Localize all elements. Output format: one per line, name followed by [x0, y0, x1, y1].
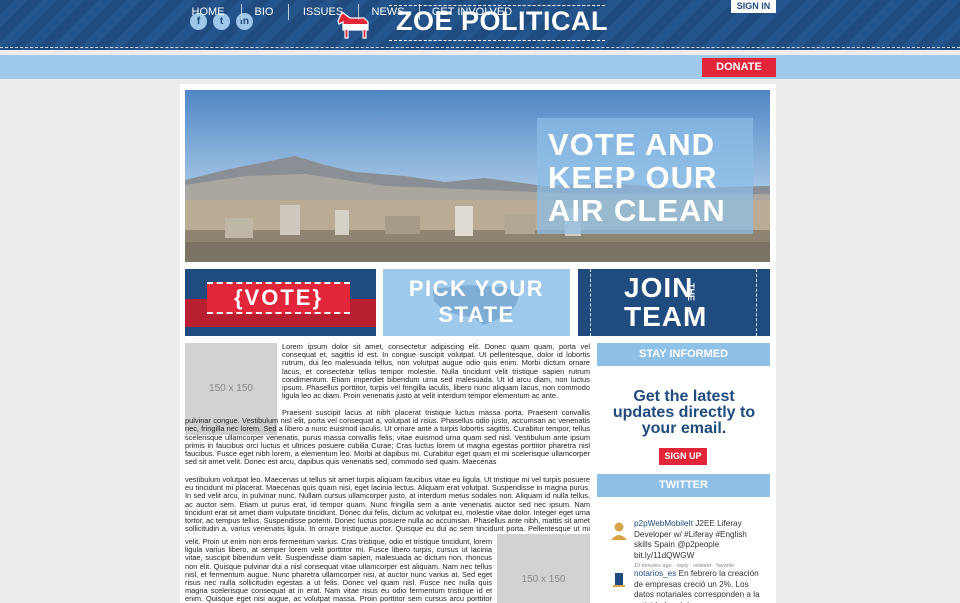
nav-item-home[interactable]: HOME [186, 0, 230, 24]
stay-informed-heading: STAY INFORMED [597, 343, 770, 366]
nav-item-issues[interactable]: ISSUES [298, 0, 348, 24]
join-label: JOIN [624, 272, 694, 303]
tweet-username[interactable]: p2pWebMobileIt [634, 519, 693, 528]
pick-state-line: STATE [438, 302, 515, 327]
user-avatar-icon [609, 520, 629, 540]
join-stitch-right [756, 269, 757, 336]
hero-headline-line: KEEP OUR [548, 160, 718, 195]
team-label: TEAM [624, 301, 708, 332]
image-placeholder: 150 x 150 [497, 534, 590, 603]
nav-item-bio[interactable]: BIO [249, 0, 279, 24]
pick-state-label: PICK YOUR STATE [383, 276, 570, 328]
tweet-username[interactable]: notarios_es [634, 569, 676, 578]
cta-line: Get the latest [633, 388, 735, 405]
nav-item-news[interactable]: NEWS [366, 0, 410, 24]
header-stitch-divider [0, 47, 960, 48]
join-team-tile[interactable]: JOIN THE TEAM [578, 269, 770, 336]
hero-headline-line: VOTE AND [548, 127, 716, 162]
notary-avatar-icon [609, 570, 629, 590]
the-label: THE [686, 283, 696, 301]
tweet-item: p2pWebMobileIt J2EE Liferay Developer w/… [634, 519, 762, 572]
nav-divider [419, 4, 420, 20]
join-stitch-left [590, 269, 591, 336]
vote-tile[interactable]: {VOTE} [185, 269, 376, 336]
hero-headline: VOTE AND KEEP OUR AIR CLEAN [548, 128, 744, 227]
hero-headline-line: AIR CLEAN [548, 193, 726, 228]
main-nav-bar [0, 55, 960, 79]
nav-divider [358, 4, 359, 20]
article-paragraph: vestibulum volutpat leo. Maecenas ut tel… [185, 476, 590, 534]
tweet-item: notarios_es En febrero la creación de em… [634, 569, 762, 603]
article-paragraph: Lorem ipsum dolor sit amet, consectetur … [282, 343, 590, 401]
donate-button[interactable]: DONATE [702, 58, 776, 77]
sign-up-button[interactable]: SIGN UP [659, 448, 707, 465]
cta-line: your email. [641, 420, 727, 437]
article-paragraph: velit. Proin ut enim non eros fermentum … [185, 538, 492, 603]
nav-item-get-involved[interactable]: GET INVOLVED [428, 0, 516, 24]
nav-divider [241, 4, 242, 20]
article-paragraph: Praesent suscipit lacus at nibh placerat… [185, 409, 590, 467]
pick-state-tile[interactable]: PICK YOUR STATE [383, 269, 570, 336]
avatar[interactable] [609, 520, 629, 540]
sign-in-button[interactable]: SIGN IN [731, 0, 776, 13]
twitter-heading: TWITTER [597, 474, 770, 497]
email-cta-text: Get the latest updates directly to your … [604, 389, 764, 437]
nav-divider [288, 4, 289, 20]
cta-line: updates directly to [612, 404, 756, 421]
avatar[interactable] [609, 570, 629, 590]
pick-state-line: PICK YOUR [408, 276, 545, 301]
vote-label: {VOTE} [207, 282, 350, 314]
